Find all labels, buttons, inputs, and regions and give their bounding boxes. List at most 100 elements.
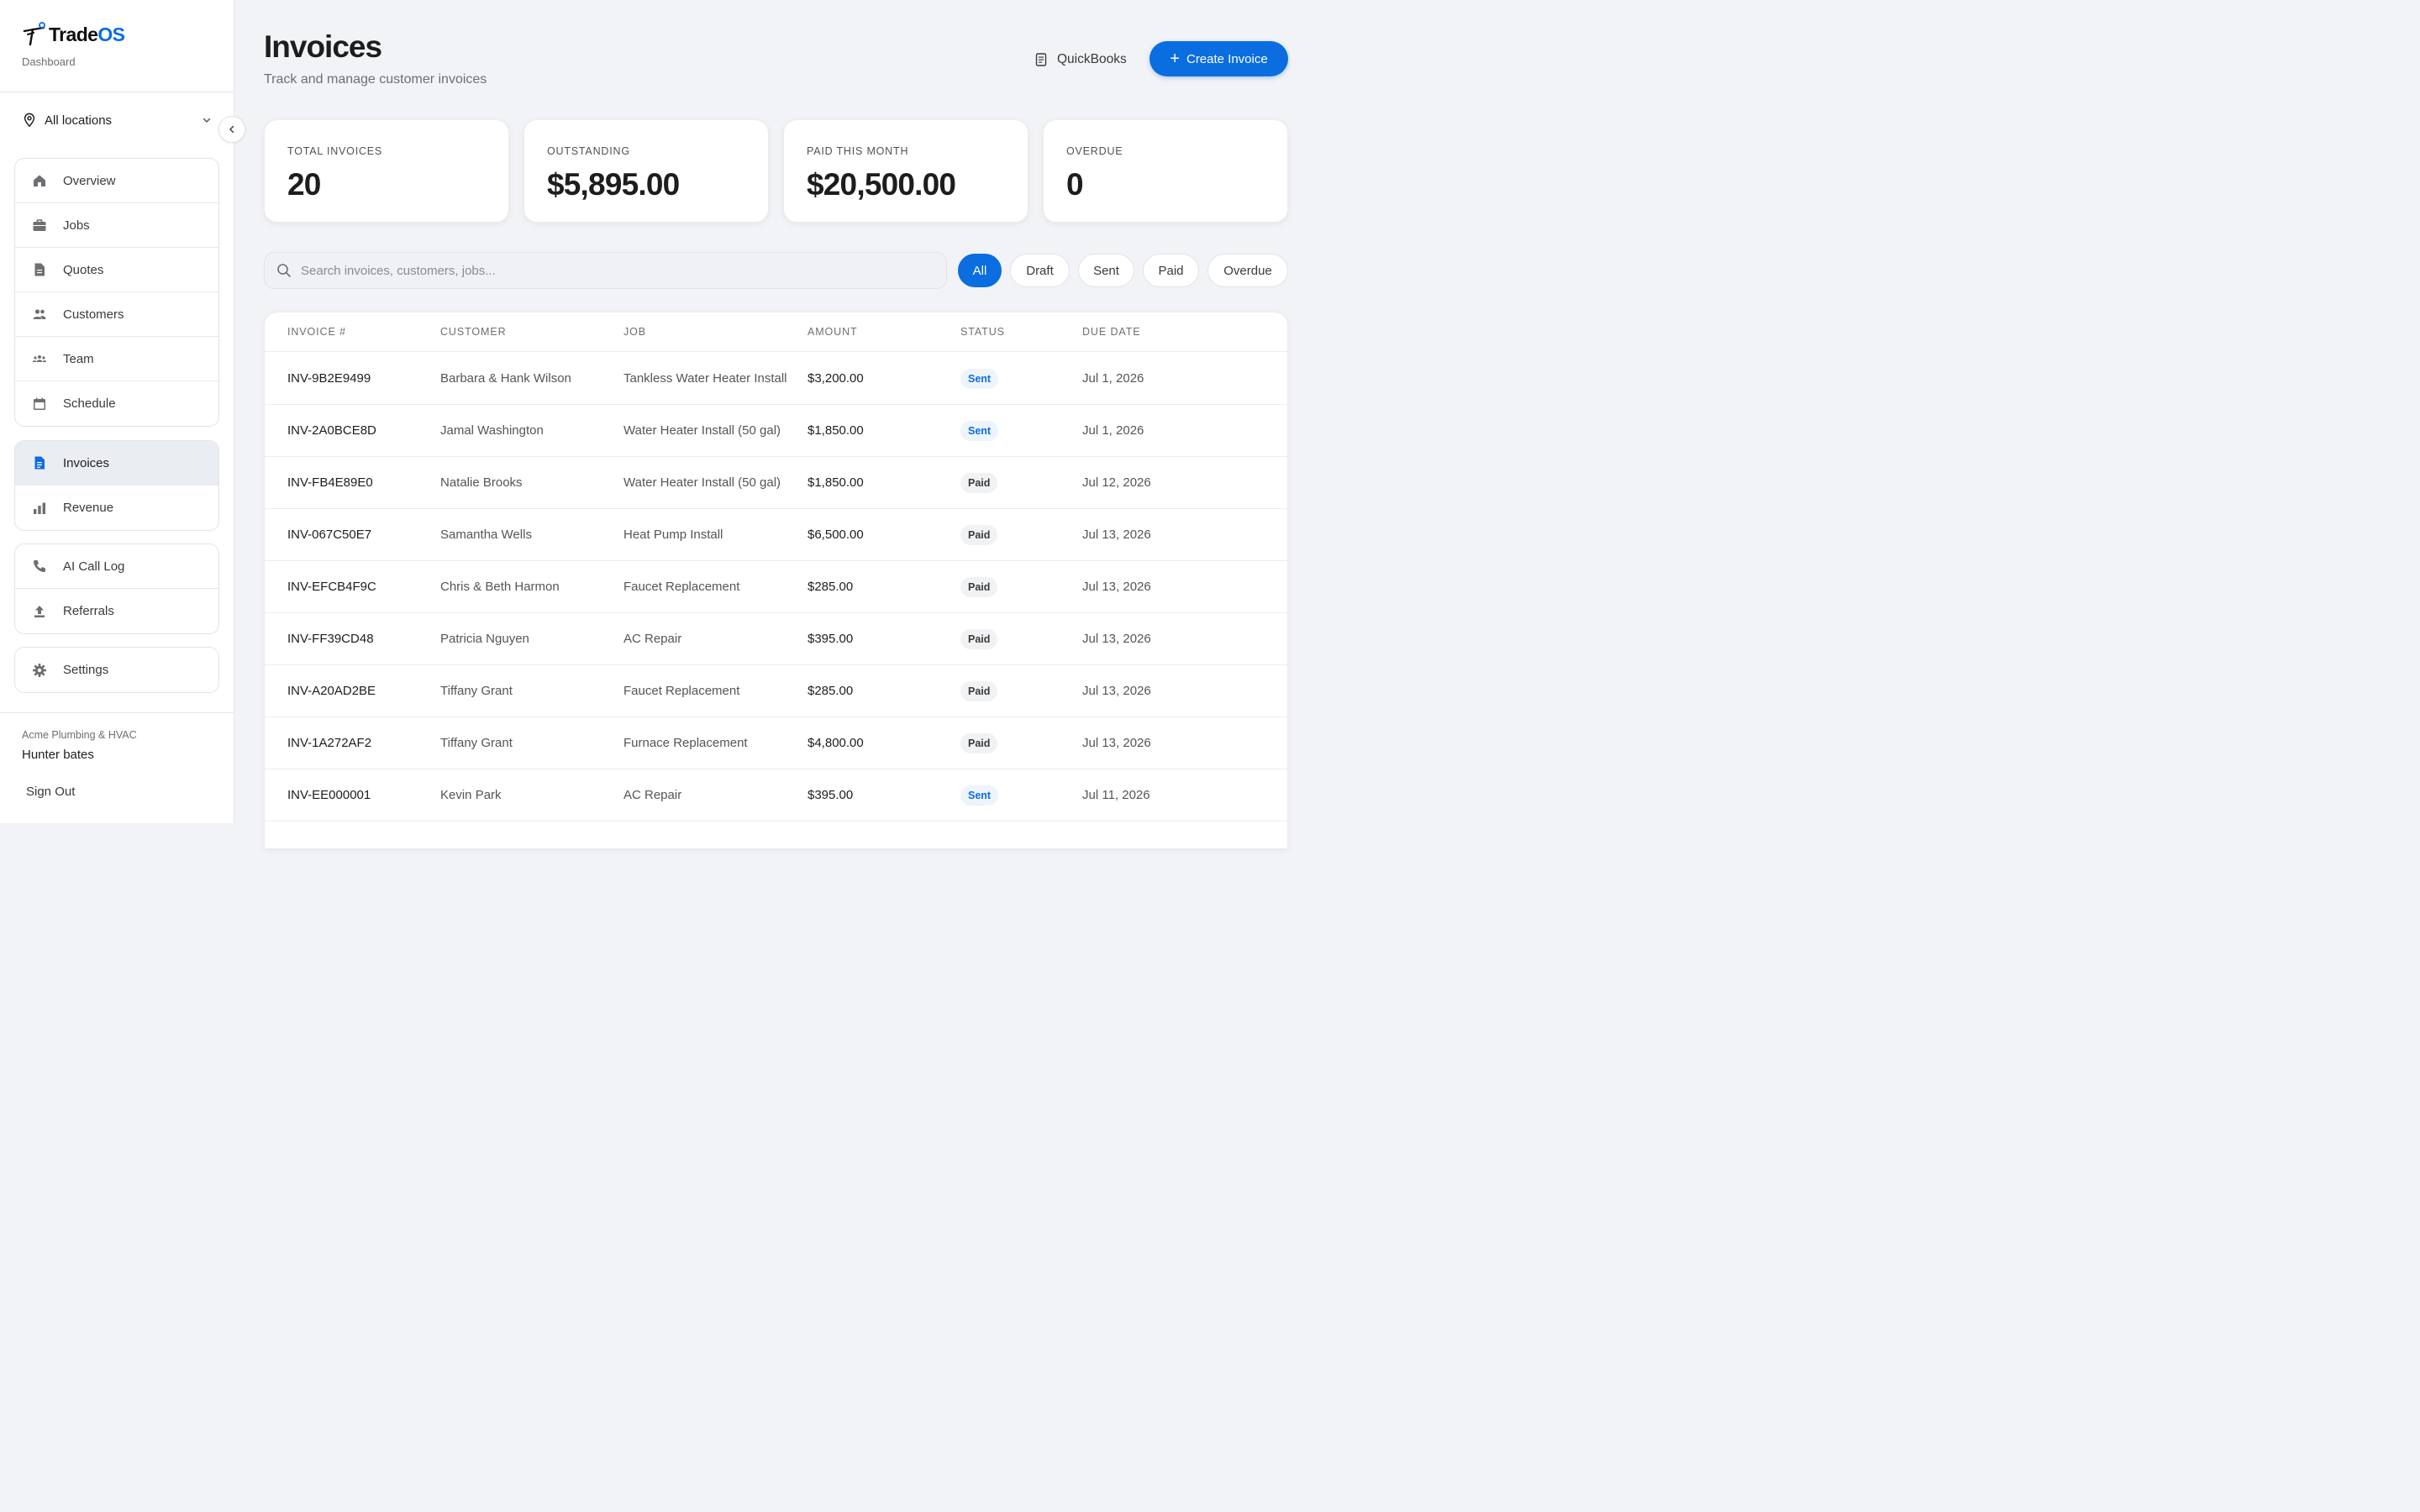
chevron-down-icon [203, 118, 211, 123]
sidebar-item-settings[interactable]: Settings [15, 648, 218, 692]
table-row[interactable]: INV-A20AD2BE Tiffany Grant Faucet Replacem… [265, 665, 1287, 717]
invoice-number: INV-EE000001 [287, 788, 371, 802]
sign-out-link[interactable]: Sign Out [26, 785, 75, 799]
collapse-sidebar-button[interactable] [218, 116, 245, 143]
sidebar-item-invoices[interactable]: Invoices [15, 441, 218, 486]
sidebar-item-customers[interactable]: Customers [15, 292, 218, 337]
quickbooks-label: QuickBooks [1057, 52, 1127, 66]
customer-name: Samantha Wells [440, 528, 532, 542]
stat-label: PAID THIS MONTH [807, 145, 909, 157]
invoice-amount: $6,500.00 [808, 528, 864, 542]
stat-value: $5,895.00 [547, 167, 680, 202]
create-invoice-button[interactable]: + Create Invoice [1150, 41, 1288, 76]
invoice-amount: $1,850.00 [808, 423, 864, 438]
nav-group-settings: Settings [14, 647, 219, 693]
due-date: Jul 12, 2026 [1082, 475, 1151, 490]
filter-overdue[interactable]: Overdue [1207, 254, 1288, 287]
location-select[interactable]: All locations [22, 109, 212, 131]
sidebar-item-label: Settings [63, 663, 109, 677]
table-row[interactable]: INV-EFCB4F9C Chris & Beth Harmon Faucet Re… [265, 561, 1287, 613]
invoice-amount: $395.00 [808, 788, 854, 802]
column-header-amount[interactable]: AMOUNT [808, 326, 858, 338]
due-date: Jul 13, 2026 [1082, 736, 1151, 750]
job-name: Faucet Replacement [623, 684, 740, 698]
sidebar-item-overview[interactable]: Overview [15, 159, 218, 203]
map-pin-icon [24, 113, 35, 128]
sidebar: TradeOS Dashboard All locations Overview… [0, 0, 234, 823]
column-header-customer[interactable]: CUSTOMER [440, 326, 507, 338]
job-name: Heat Pump Install [623, 528, 723, 542]
briefcase-icon [31, 217, 48, 234]
document-icon [31, 261, 48, 278]
job-name: Tankless Water Heater Install [623, 371, 787, 386]
invoice-amount: $285.00 [808, 684, 854, 698]
sidebar-item-referrals[interactable]: Referrals [15, 589, 218, 633]
sidebar-item-label: Customers [63, 307, 124, 322]
team-icon [31, 350, 48, 367]
filter-sent[interactable]: Sent [1078, 254, 1134, 287]
invoice-icon [31, 454, 48, 471]
search-box [264, 252, 947, 289]
status-badge: Paid [960, 525, 998, 545]
customer-name: Jamal Washington [440, 423, 544, 438]
upload-icon [31, 603, 48, 620]
status-badge: Sent [960, 421, 999, 441]
sidebar-item-label: AI Call Log [63, 559, 125, 574]
sidebar-item-quotes[interactable]: Quotes [15, 248, 218, 292]
phone-icon [31, 558, 48, 575]
stat-card-total-invoices: TOTAL INVOICES 20 [264, 119, 509, 223]
stat-card-outstanding: OUTSTANDING $5,895.00 [523, 119, 769, 223]
status-badge: Sent [960, 785, 999, 806]
create-invoice-label: Create Invoice [1186, 51, 1268, 66]
quickbooks-button[interactable]: QuickBooks [1034, 49, 1127, 71]
status-badge: Paid [960, 681, 998, 701]
invoice-number: INV-A20AD2BE [287, 684, 376, 698]
user-name: Hunter bates [22, 748, 94, 762]
stat-label: TOTAL INVOICES [287, 145, 383, 157]
table-row[interactable]: INV-1A272AF2 Tiffany Grant Furnace Replace… [265, 717, 1287, 769]
table-row[interactable]: INV-067C50E7 Samantha Wells Heat Pump Inst… [265, 509, 1287, 561]
page-subtitle: Track and manage customer invoices [264, 72, 487, 87]
due-date: Jul 13, 2026 [1082, 528, 1151, 542]
due-date: Jul 11, 2026 [1082, 788, 1150, 802]
invoice-number: INV-067C50E7 [287, 528, 372, 542]
nav-group-finance: Invoices Revenue [14, 440, 219, 531]
filter-draft[interactable]: Draft [1010, 254, 1070, 287]
sidebar-divider [0, 712, 234, 713]
calendar-icon [31, 396, 48, 412]
nav-group-tools: AI Call Log Referrals [14, 543, 219, 634]
customer-name: Tiffany Grant [440, 684, 513, 698]
sidebar-item-ai-call-log[interactable]: AI Call Log [15, 544, 218, 589]
table-row[interactable]: INV-EE000001 Kevin Park AC Repair $395.00 Se… [265, 769, 1287, 822]
filter-all[interactable]: All [958, 254, 1002, 287]
table-row[interactable]: INV-FF39CD48 Patricia Nguyen AC Repair $395… [265, 613, 1287, 665]
customer-name: Patricia Nguyen [440, 632, 529, 646]
sidebar-item-label: Schedule [63, 396, 116, 411]
job-name: Water Heater Install (50 gal) [623, 423, 781, 438]
nav-group-main: Overview Jobs Quotes Customers Team Sche… [14, 158, 219, 427]
sidebar-item-team[interactable]: Team [15, 337, 218, 381]
column-header-due-date[interactable]: DUE DATE [1082, 326, 1140, 338]
due-date: Jul 13, 2026 [1082, 684, 1151, 698]
search-icon [277, 264, 291, 277]
search-input[interactable] [301, 263, 923, 278]
stat-card-overdue: OVERDUE 0 [1043, 119, 1288, 223]
table-row[interactable]: INV-FB4E89E0 Natalie Brooks Water Heater I… [265, 457, 1287, 509]
plus-icon: + [1170, 50, 1180, 68]
invoice-amount: $3,200.00 [808, 371, 864, 386]
brand-logo-link[interactable]: TradeOS [22, 22, 125, 47]
column-header-job[interactable]: JOB [623, 326, 646, 338]
invoice-amount: $4,800.00 [808, 736, 864, 750]
column-header-invoice[interactable]: INVOICE # [287, 326, 346, 338]
brand-subtitle: Dashboard [22, 55, 76, 68]
column-header-status[interactable]: STATUS [960, 326, 1005, 338]
page-title: Invoices [264, 29, 382, 64]
sidebar-item-jobs[interactable]: Jobs [15, 203, 218, 248]
filter-paid[interactable]: Paid [1143, 254, 1199, 287]
invoice-number: INV-FB4E89E0 [287, 475, 373, 490]
sidebar-item-revenue[interactable]: Revenue [15, 486, 218, 530]
status-badge: Paid [960, 733, 998, 753]
sidebar-item-schedule[interactable]: Schedule [15, 381, 218, 426]
table-row[interactable]: INV-2A0BCE8D Jamal Washington Water Heater… [265, 405, 1287, 457]
table-row[interactable]: INV-9B2E9499 Barbara & Hank Wilson Tankles… [265, 353, 1287, 405]
